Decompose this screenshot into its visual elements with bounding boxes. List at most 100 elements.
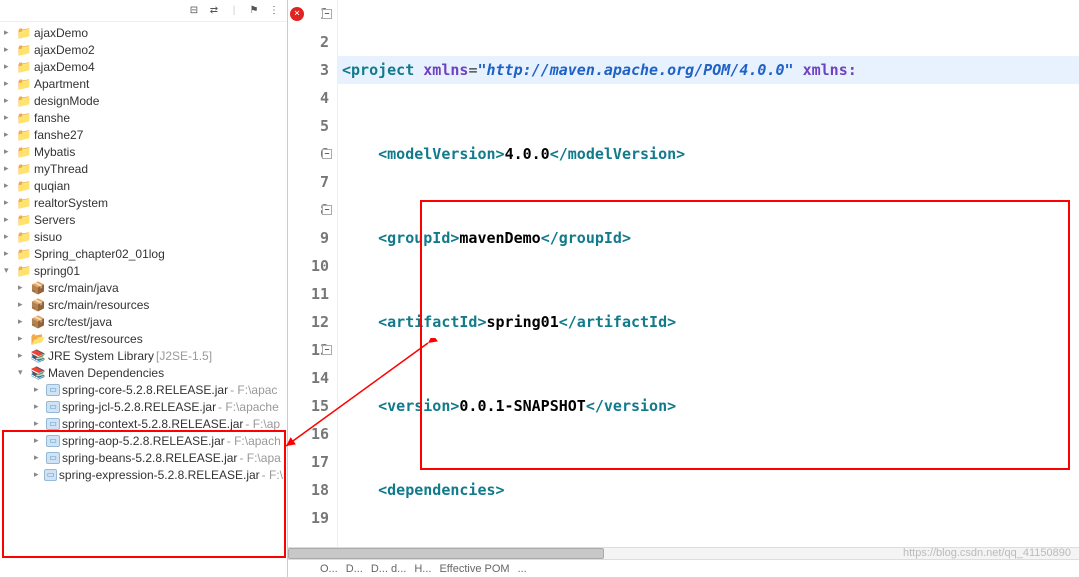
project-icon: 📁 (16, 196, 32, 210)
project-label: realtorSystem (34, 196, 108, 210)
lib-icon: 📚 (30, 366, 46, 380)
jar-label: spring-jcl-5.2.8.RELEASE.jar (62, 400, 216, 414)
fold-toggle-icon[interactable]: − (322, 149, 332, 159)
project-icon: 📁 (16, 94, 32, 108)
project-icon: 📁 (16, 60, 32, 74)
node-label: JRE System Library (48, 349, 154, 363)
watermark: https://blog.csdn.net/qq_41150890 (903, 547, 1071, 559)
jar-path: - F:\apache (218, 400, 279, 414)
project-label: spring01 (34, 264, 80, 278)
code-content[interactable]: <project xmlns="http://maven.apache.org/… (338, 0, 1079, 547)
tree-node[interactable]: ▾📚Maven Dependencies (0, 364, 287, 381)
jar-label: spring-aop-5.2.8.RELEASE.jar (62, 434, 225, 448)
view-menu-icon[interactable]: ⋮ (267, 4, 281, 18)
project-label: Servers (34, 213, 75, 227)
project-label: quqian (34, 179, 70, 193)
jar-label: spring-core-5.2.8.RELEASE.jar (62, 383, 228, 397)
project-icon: 📁 (16, 230, 32, 244)
project-label: ajaxDemo2 (34, 43, 95, 57)
jar-item[interactable]: ▸▭spring-beans-5.2.8.RELEASE.jar - F:\ap… (0, 449, 287, 466)
project-icon: 📁 (16, 43, 32, 57)
project-quqian[interactable]: ▸📁quqian (0, 177, 287, 194)
jar-path: - F:\apa (239, 451, 280, 465)
filter-icon[interactable]: ⚑ (247, 4, 261, 18)
node-suffix: [J2SE-1.5] (156, 349, 212, 363)
tree-node[interactable]: ▸📦src/main/java (0, 279, 287, 296)
project-designMode[interactable]: ▸📁designMode (0, 92, 287, 109)
project-fanshe[interactable]: ▸📁fanshe (0, 109, 287, 126)
editor-tab[interactable]: H... (414, 563, 431, 575)
project-explorer: ⊟ ⇄ | ⚑ ⋮ ▸📁ajaxDemo▸📁ajaxDemo2▸📁ajaxDem… (0, 0, 288, 577)
project-ajaxDemo4[interactable]: ▸📁ajaxDemo4 (0, 58, 287, 75)
folder-icon: 📂 (30, 332, 46, 346)
project-label: ajaxDemo4 (34, 60, 95, 74)
jar-item[interactable]: ▸▭spring-aop-5.2.8.RELEASE.jar - F:\apac… (0, 432, 287, 449)
project-Apartment[interactable]: ▸📁Apartment (0, 75, 287, 92)
tree-node[interactable]: ▸📦src/test/java (0, 313, 287, 330)
collapse-all-icon[interactable]: ⊟ (187, 4, 201, 18)
project-label: ajaxDemo (34, 26, 88, 40)
node-label: src/test/java (48, 315, 112, 329)
tree-node[interactable]: ▸📦src/main/resources (0, 296, 287, 313)
project-myThread[interactable]: ▸📁myThread (0, 160, 287, 177)
project-fanshe27[interactable]: ▸📁fanshe27 (0, 126, 287, 143)
editor-tab[interactable]: Effective POM (439, 563, 509, 575)
node-label: src/main/resources (48, 298, 149, 312)
project-icon: 📁 (16, 213, 32, 227)
jar-label: spring-expression-5.2.8.RELEASE.jar (59, 468, 260, 482)
project-label: sisuo (34, 230, 62, 244)
project-ajaxDemo2[interactable]: ▸📁ajaxDemo2 (0, 41, 287, 58)
jar-item[interactable]: ▸▭spring-core-5.2.8.RELEASE.jar - F:\apa… (0, 381, 287, 398)
project-icon: 📁 (16, 111, 32, 125)
project-label: Spring_chapter02_01log (34, 247, 165, 261)
project-realtorSystem[interactable]: ▸📁realtorSystem (0, 194, 287, 211)
project-label: fanshe27 (34, 128, 83, 142)
editor-tab[interactable]: D... d... (371, 563, 406, 575)
project-label: designMode (34, 94, 99, 108)
project-Spring_chapter02_01log[interactable]: ▸📁Spring_chapter02_01log (0, 245, 287, 262)
project-label: Apartment (34, 77, 89, 91)
artifact-id: spring01 (487, 313, 559, 331)
project-tree[interactable]: ▸📁ajaxDemo▸📁ajaxDemo2▸📁ajaxDemo4▸📁Apartm… (0, 22, 287, 577)
line-gutter: × 1−23456−78−910111213−141516171819 (288, 0, 338, 547)
link-editor-icon[interactable]: ⇄ (207, 4, 221, 18)
tree-node[interactable]: ▸📂src/test/resources (0, 330, 287, 347)
pkg-icon: 📦 (30, 281, 46, 295)
jar-icon: ▭ (46, 418, 60, 430)
code-area[interactable]: × 1−23456−78−910111213−141516171819 <pro… (288, 0, 1079, 547)
tree-node[interactable]: ▸📚JRE System Library[J2SE-1.5] (0, 347, 287, 364)
project-icon: 📁 (16, 145, 32, 159)
project-label: fanshe (34, 111, 70, 125)
jar-item[interactable]: ▸▭spring-context-5.2.8.RELEASE.jar - F:\… (0, 415, 287, 432)
project-icon: 📁 (16, 77, 32, 91)
separator: | (227, 4, 241, 18)
explorer-toolbar: ⊟ ⇄ | ⚑ ⋮ (0, 0, 287, 22)
project-spring01[interactable]: ▾📁spring01 (0, 262, 287, 279)
node-label: src/main/java (48, 281, 119, 295)
editor-tab[interactable]: D... (346, 563, 363, 575)
code-line: <version>0.0.1-SNAPSHOT</version> (338, 392, 1079, 420)
project-Mybatis[interactable]: ▸📁Mybatis (0, 143, 287, 160)
project-icon: 📁 (16, 179, 32, 193)
project-sisuo[interactable]: ▸📁sisuo (0, 228, 287, 245)
editor-bottom-tabs: O... D... D... d... H... Effective POM... (288, 559, 1079, 577)
group-id: mavenDemo (459, 229, 540, 247)
editor-tab[interactable]: ... (518, 563, 527, 575)
project-ajaxDemo[interactable]: ▸📁ajaxDemo (0, 24, 287, 41)
jar-item[interactable]: ▸▭spring-expression-5.2.8.RELEASE.jar - … (0, 466, 287, 483)
pkg-icon: 📦 (30, 315, 46, 329)
fold-toggle-icon[interactable]: − (322, 205, 332, 215)
editor-pane: × 1−23456−78−910111213−141516171819 <pro… (288, 0, 1079, 577)
editor-tab[interactable]: O... (320, 563, 338, 575)
lib-icon: 📚 (30, 349, 46, 363)
jar-icon: ▭ (44, 469, 56, 481)
jar-item[interactable]: ▸▭spring-jcl-5.2.8.RELEASE.jar - F:\apac… (0, 398, 287, 415)
pkg-icon: 📦 (30, 298, 46, 312)
fold-toggle-icon[interactable]: − (322, 345, 332, 355)
jar-icon: ▭ (46, 384, 60, 396)
project-Servers[interactable]: ▸📁Servers (0, 211, 287, 228)
code-line: <groupId>mavenDemo</groupId> (338, 224, 1079, 252)
jar-label: spring-context-5.2.8.RELEASE.jar (62, 417, 243, 431)
jar-path: - F:\ (262, 468, 283, 482)
fold-toggle-icon[interactable]: − (322, 9, 332, 19)
